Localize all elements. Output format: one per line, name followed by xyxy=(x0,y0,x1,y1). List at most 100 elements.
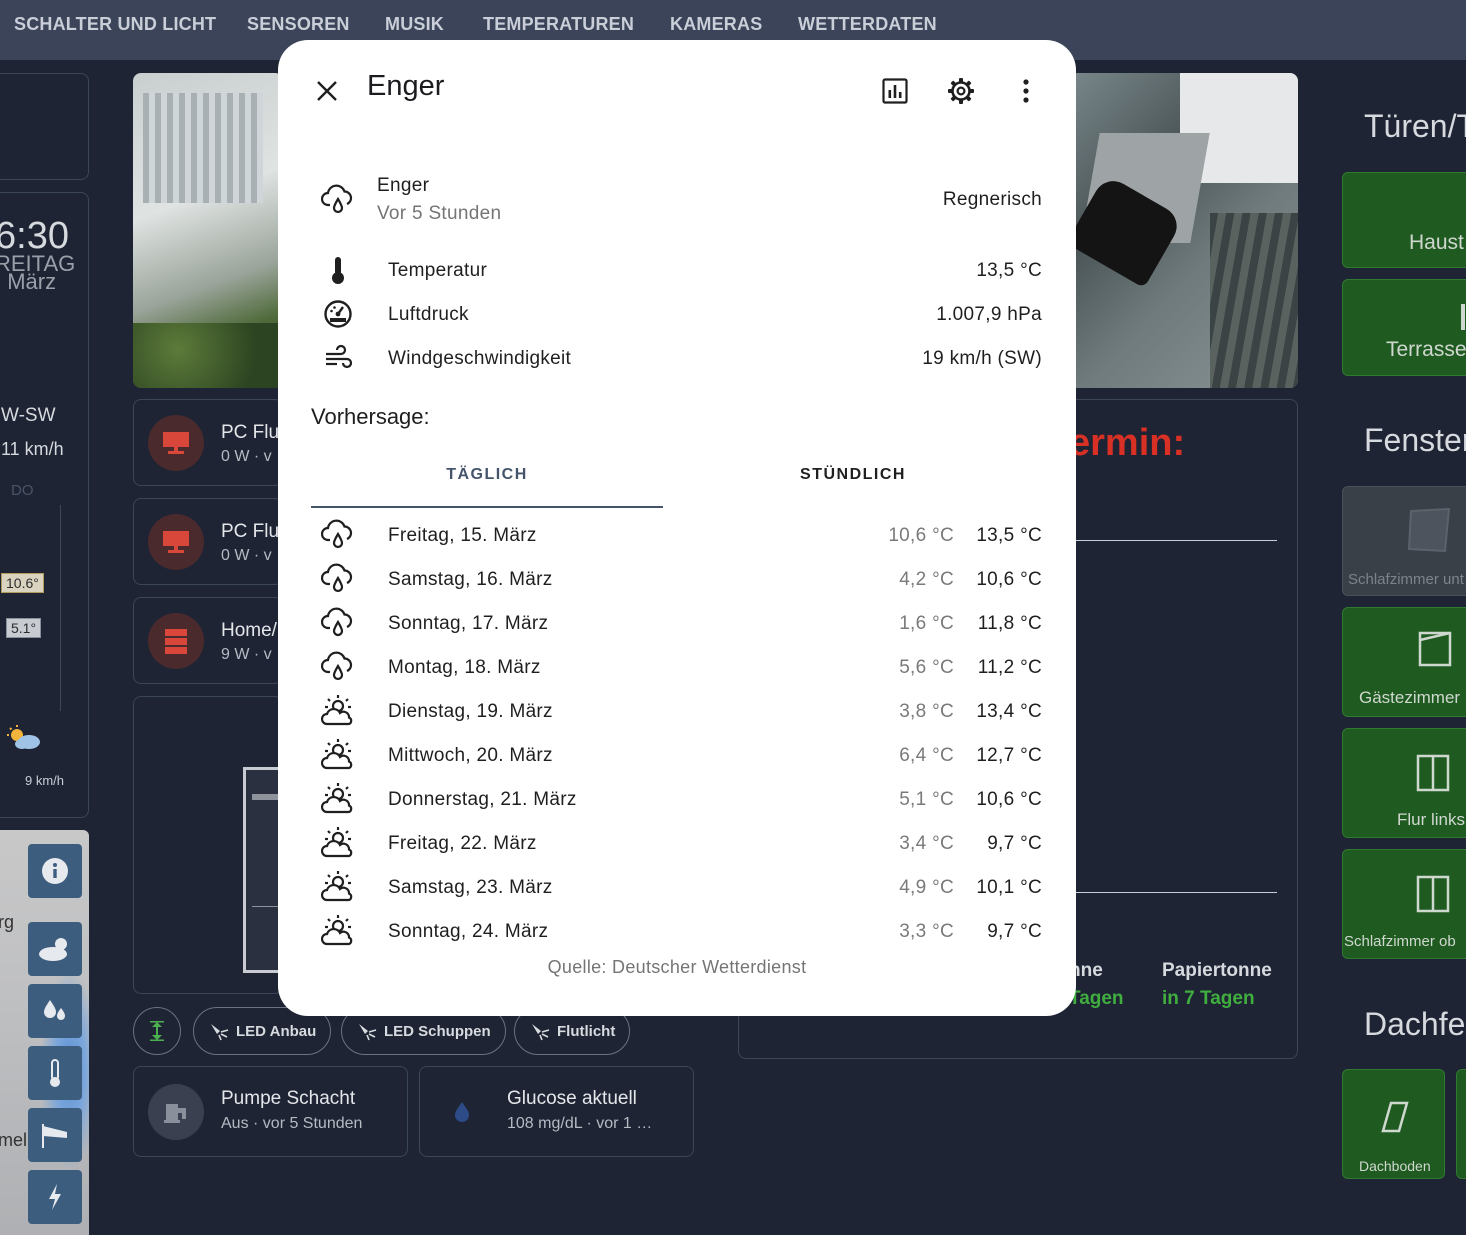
pc-flur-tile-1[interactable]: PC Flu 0 W · v xyxy=(133,399,283,486)
close-icon xyxy=(317,81,337,101)
map-panel[interactable]: rg Han meln xyxy=(0,830,89,1235)
camera-front-image[interactable] xyxy=(133,73,283,388)
map-label-rg: rg xyxy=(0,912,15,932)
trash-due-1: Tagen xyxy=(1069,988,1124,1009)
attr-value-temperature: 13,5 °C xyxy=(976,260,1042,281)
info-button[interactable] xyxy=(28,844,82,898)
forecast-low: 4,9 °C xyxy=(899,877,954,898)
roof-window-tile-dachboden[interactable]: Dachboden xyxy=(1342,1069,1445,1179)
expand-chip[interactable] xyxy=(133,1007,181,1055)
thermometer-icon xyxy=(320,252,356,288)
tab-hourly[interactable]: STÜNDLICH xyxy=(677,466,1029,484)
chart-box-icon xyxy=(882,78,908,104)
pump-icon xyxy=(148,1084,204,1140)
window-tile-schlafzimmer-oben[interactable]: Schlafzimmer ob xyxy=(1342,849,1466,959)
tab-kameras[interactable]: KAMERAS xyxy=(670,14,762,35)
window-closed-icon xyxy=(1416,875,1450,913)
tab-daily[interactable]: TÄGLICH xyxy=(311,466,663,484)
weather-layer-button[interactable] xyxy=(28,922,82,976)
roof-window-tile-2[interactable] xyxy=(1456,1069,1466,1179)
spotlight-icon xyxy=(359,1024,377,1041)
windows-heading: Fenster xyxy=(1364,422,1466,458)
doors-heading: Türen/T xyxy=(1364,108,1466,144)
forecast-high: 13,5 °C xyxy=(976,525,1042,546)
tab-wetterdaten[interactable]: WETTERDATEN xyxy=(798,14,937,35)
forecast-day: Freitag, 15. März xyxy=(388,525,537,546)
tab-musik[interactable]: MUSIK xyxy=(385,14,444,35)
tile-state: 108 mg/dL · vor 1 … xyxy=(507,1115,653,1132)
pc-flur-tile-2[interactable]: PC Flu 0 W · v xyxy=(133,498,283,585)
partly-cloudy-icon xyxy=(320,781,356,817)
wind-speed: 11 km/h xyxy=(1,439,64,459)
camera-driveway-image[interactable] xyxy=(1060,73,1298,388)
window-tile-flur-links[interactable]: Flur links xyxy=(1342,728,1466,838)
thermometer-icon xyxy=(50,1059,60,1087)
forecast-low: 3,3 °C xyxy=(899,921,954,942)
divider xyxy=(1069,892,1277,893)
tab-schalter-und-licht[interactable]: SCHALTER UND LICHT xyxy=(14,14,216,35)
door-tile-haustuer[interactable]: Haust xyxy=(1342,172,1466,268)
forecast-high: 11,2 °C xyxy=(977,657,1042,678)
partly-sunny-icon xyxy=(39,938,67,961)
pumpe-schacht-tile[interactable]: Pumpe Schacht Aus · vor 5 Stunden xyxy=(133,1066,408,1157)
partly-cloudy-icon xyxy=(320,693,356,729)
tile-label: Haust xyxy=(1409,231,1464,254)
garage-door-card[interactable] xyxy=(133,696,287,994)
rain-icon xyxy=(320,517,356,553)
info-icon xyxy=(42,858,68,884)
glucose-tile[interactable]: Glucose aktuell 108 mg/dL · vor 1 … xyxy=(419,1066,694,1157)
forecast-high: 9,7 °C xyxy=(987,833,1042,854)
rain-icon xyxy=(320,605,356,641)
forecast-high: 10,6 °C xyxy=(976,569,1042,590)
wind-speed-small: 9 km/h xyxy=(25,773,65,788)
forecast-day: Mittwoch, 20. März xyxy=(388,745,553,766)
lightning-layer-button[interactable] xyxy=(28,1170,82,1224)
forecast-tabs: TÄGLICH STÜNDLICH xyxy=(311,450,1043,508)
tile-title: Glucose aktuell xyxy=(507,1088,637,1109)
clock-date: . März xyxy=(0,269,57,294)
lightning-icon xyxy=(49,1184,61,1210)
window-icon xyxy=(1418,631,1452,667)
close-button[interactable] xyxy=(310,74,344,108)
home-server-tile[interactable]: Home/ 9 W · v xyxy=(133,597,283,684)
forecast-day: Dienstag, 19. März xyxy=(388,701,553,722)
settings-button[interactable] xyxy=(941,71,981,111)
sun-cloud-icon xyxy=(7,725,41,756)
forecast-day-short: DO xyxy=(11,482,34,499)
wind-icon xyxy=(320,340,356,376)
tile-state: 0 W · v xyxy=(221,547,272,564)
attr-label-pressure: Luftdruck xyxy=(388,304,469,325)
window-tile-gaestezimmer[interactable]: Gästezimmer xyxy=(1342,607,1466,717)
chip-label: LED Schuppen xyxy=(384,1022,491,1040)
window-tile-schlafzimmer-unten[interactable]: Schlafzimmer unt xyxy=(1342,486,1466,596)
chart-divider xyxy=(60,505,61,711)
tile-label: Gästezimmer xyxy=(1359,688,1461,707)
forecast-high: 10,6 °C xyxy=(976,789,1042,810)
door-icon xyxy=(1461,304,1465,330)
temp-low-tag: 5.1° xyxy=(6,618,42,638)
attr-value-wind: 19 km/h (SW) xyxy=(922,348,1042,369)
tab-sensoren[interactable]: SENSOREN xyxy=(247,14,350,35)
tile-state: Aus · vor 5 Stunden xyxy=(221,1115,363,1132)
rainy-weather-icon xyxy=(320,182,356,218)
spotlight-icon xyxy=(532,1024,550,1041)
wind-layer-button[interactable] xyxy=(28,1108,82,1162)
tile-label: Dachboden xyxy=(1359,1158,1431,1174)
history-button[interactable] xyxy=(876,72,914,110)
rain-layer-button[interactable] xyxy=(28,984,82,1038)
tile-label: Schlafzimmer unt xyxy=(1348,571,1464,588)
clock-weather-card: 6:30 REITAG . März W-SW 11 km/h DO 10.6°… xyxy=(0,192,89,818)
more-options-button[interactable] xyxy=(1011,72,1041,110)
attribution: Quelle: Deutscher Wetterdienst xyxy=(547,957,807,977)
forecast-day: Sonntag, 24. März xyxy=(388,921,549,942)
fence xyxy=(1210,213,1298,388)
current-location: Enger xyxy=(377,175,430,196)
tab-temperaturen[interactable]: TEMPERATUREN xyxy=(483,14,634,35)
door-tile-terrasse[interactable]: Terrasse xyxy=(1342,279,1466,376)
temperature-layer-button[interactable] xyxy=(28,1046,82,1100)
attr-label-temperature: Temperatur xyxy=(388,260,488,281)
roof-window-icon xyxy=(1381,1101,1409,1133)
spotlight-icon xyxy=(211,1024,229,1041)
tab-indicator xyxy=(311,506,663,508)
window-closed-icon xyxy=(1416,754,1450,792)
